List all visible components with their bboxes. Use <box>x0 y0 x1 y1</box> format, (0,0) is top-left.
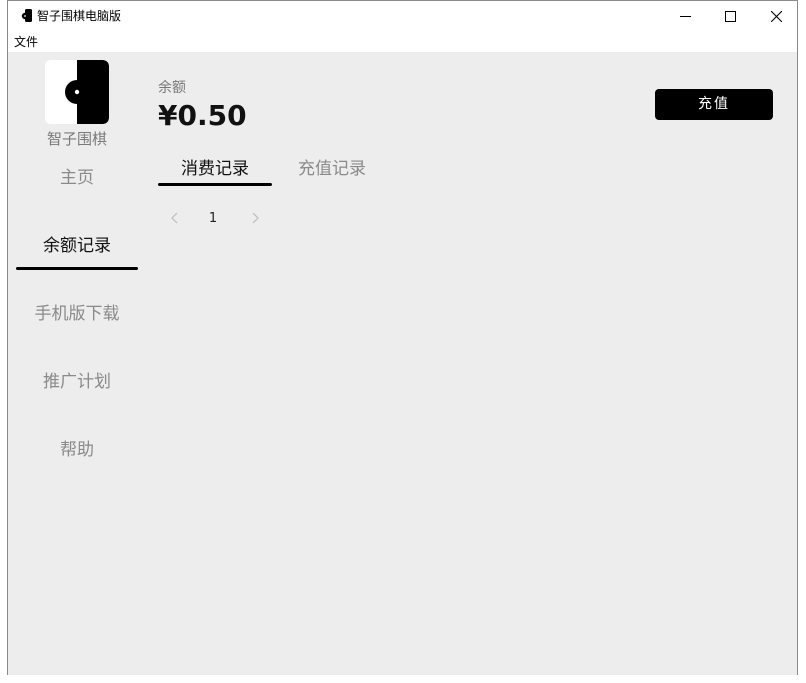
sidebar-item-mobile-download[interactable]: 手机版下载 <box>16 302 138 326</box>
chevron-right-icon <box>252 212 259 224</box>
minimize-button[interactable] <box>662 1 708 32</box>
close-icon <box>770 11 782 22</box>
close-button[interactable] <box>753 1 799 32</box>
sidebar-item-help[interactable]: 帮助 <box>16 438 138 462</box>
balance-value: ¥0.50 <box>158 99 247 132</box>
balance-label: 余额 <box>158 80 186 96</box>
tab-recharge-records[interactable]: 充值记录 <box>298 157 366 181</box>
sidebar-active-indicator <box>16 267 138 270</box>
go-stone-logo-icon <box>45 60 109 124</box>
chevron-left-icon <box>171 212 178 224</box>
window-title: 智子围棋电脑版 <box>37 9 122 23</box>
sidebar-item-promotion[interactable]: 推广计划 <box>16 370 138 394</box>
tab-consumption-records[interactable]: 消费记录 <box>158 157 272 181</box>
app-logo <box>45 60 109 124</box>
sidebar-item-balance-records[interactable]: 余额记录 <box>16 234 138 258</box>
pagination-prev-button[interactable] <box>167 210 183 226</box>
tab-active-indicator <box>158 183 272 186</box>
app-name: 智子围棋 <box>46 130 107 148</box>
main-content: 智子围棋 主页 余额记录 手机版下载 推广计划 帮助 余额 ¥0.50 充值 消… <box>8 52 797 675</box>
pagination-next-button[interactable] <box>247 210 263 226</box>
minimize-icon <box>679 16 691 17</box>
menu-bar: 文件 <box>8 32 797 52</box>
recharge-button[interactable]: 充值 <box>655 89 773 120</box>
app-window: 智子围棋电脑版 文件 智子围棋 主页 余额记录 手机版下载 推广计划 帮助 余额… <box>7 0 798 675</box>
maximize-button[interactable] <box>707 1 753 32</box>
title-bar[interactable]: 智子围棋电脑版 <box>8 1 797 32</box>
pagination-page-1[interactable]: 1 <box>206 211 220 227</box>
app-icon <box>21 9 32 22</box>
menu-item-file[interactable]: 文件 <box>14 34 38 50</box>
sidebar-item-home[interactable]: 主页 <box>16 166 138 190</box>
maximize-icon <box>724 11 736 22</box>
